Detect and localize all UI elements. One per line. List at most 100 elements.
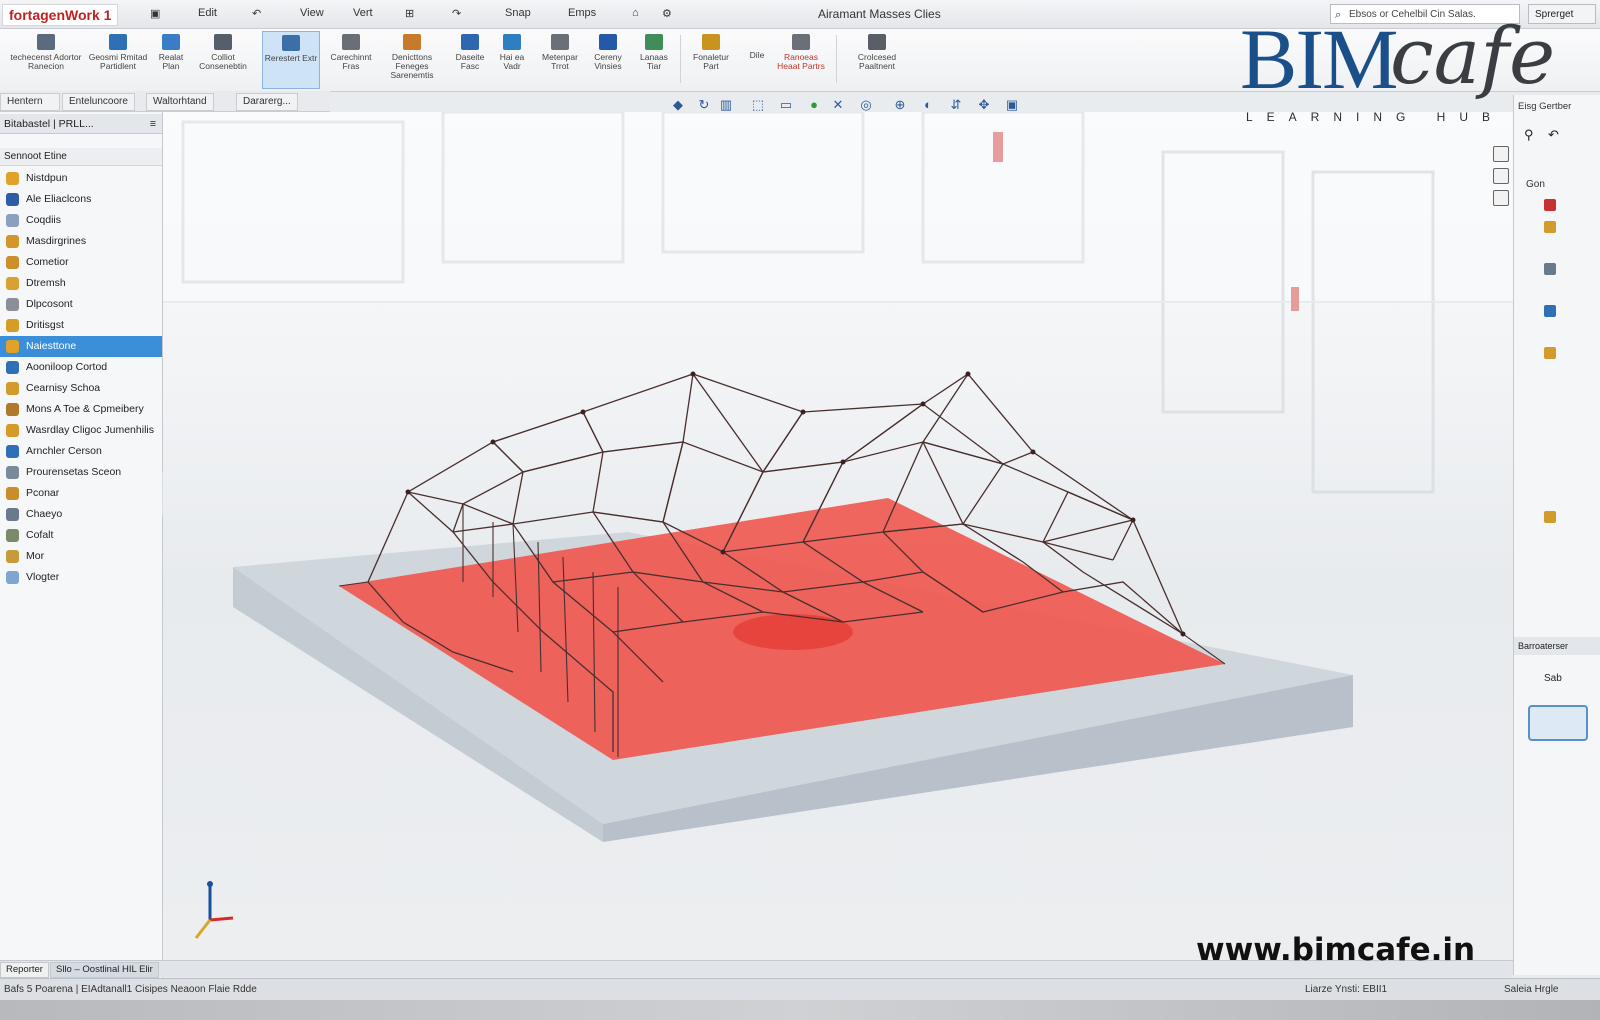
- tab-active-view[interactable]: Sllo – Oostlinal HIL Elir: [50, 962, 159, 978]
- tree-node-icon[interactable]: [1544, 263, 1556, 275]
- camera-icon[interactable]: ▣: [1004, 97, 1020, 113]
- family-list-item[interactable]: Prourensetas Sceon: [0, 462, 162, 483]
- family-list-item[interactable]: Ale Eliaclcons: [0, 189, 162, 210]
- ribbon-label: Realat Plan: [158, 52, 184, 71]
- family-list-label: Pconar: [26, 487, 60, 499]
- ribbon-button-11[interactable]: Lanaas Tiar: [634, 31, 674, 87]
- family-list-item[interactable]: Pconar: [0, 483, 162, 504]
- ribbon-button-14[interactable]: Ranoeas Heaat Partrs: [772, 31, 830, 87]
- pan-icon[interactable]: ✥: [976, 97, 992, 113]
- measure-icon[interactable]: ⊞: [405, 7, 414, 20]
- status-right[interactable]: Saleia Hrgle: [1504, 979, 1558, 1001]
- family-list-label: Masdirgrines: [26, 235, 87, 247]
- qa-snap[interactable]: Snap: [505, 7, 531, 19]
- ribbon-label: Denicttons Feneges Sarenemtis: [390, 52, 434, 80]
- room-background: [163, 112, 1513, 494]
- save-icon[interactable]: ▣: [150, 7, 160, 20]
- view-icon[interactable]: [1493, 146, 1509, 162]
- tab-reporter[interactable]: Reporter: [0, 962, 49, 978]
- ribbon-button-4[interactable]: Rerestert Extr: [262, 31, 320, 89]
- ribbon-button-12[interactable]: Fonaletur Part: [686, 31, 736, 87]
- family-category-icon: [6, 172, 19, 185]
- tree-node-icon[interactable]: [1544, 305, 1556, 317]
- family-list-item[interactable]: Coqdiis: [0, 210, 162, 231]
- tab-enteluncoore[interactable]: Enteluncoore: [62, 93, 135, 111]
- tab-waltorhtand[interactable]: Waltorhtand: [146, 93, 214, 111]
- 3d-viewport[interactable]: [163, 112, 1513, 960]
- ribbon-button-0[interactable]: techecenst Adortor Ranecion: [8, 31, 84, 87]
- navigate-icon[interactable]: ◆: [670, 97, 686, 113]
- type-selector[interactable]: Sab: [1544, 673, 1562, 684]
- display-icon[interactable]: ▭: [778, 97, 794, 113]
- hide-icon[interactable]: ✕: [830, 97, 846, 113]
- shading-icon[interactable]: ◐: [920, 97, 936, 113]
- family-list-item[interactable]: Cofalt: [0, 525, 162, 546]
- section-icon[interactable]: ▥: [718, 97, 734, 113]
- tree-node-icon[interactable]: [1544, 221, 1556, 233]
- box-icon: [282, 35, 300, 51]
- family-list-label: Cearnisy Schoa: [26, 382, 101, 394]
- ribbon-button-2[interactable]: Realat Plan: [150, 31, 192, 87]
- qa-edit[interactable]: Edit: [198, 7, 217, 19]
- ribbon-button-8[interactable]: Hai ea Vadr: [494, 31, 530, 87]
- ribbon-button-15[interactable]: Crolcesed Paaltnent: [846, 31, 908, 87]
- home-icon[interactable]: ⌂: [632, 7, 639, 19]
- panel-menu-icon[interactable]: ≡: [150, 114, 156, 134]
- family-list-item[interactable]: Masdirgrines: [0, 231, 162, 252]
- family-list-item[interactable]: Naiesttone: [0, 336, 162, 357]
- family-category-icon: [6, 466, 19, 479]
- app-menu-button[interactable]: fortagenWork 1: [2, 4, 119, 26]
- ribbon-separator: [680, 35, 681, 83]
- family-list-item[interactable]: Dritisgst: [0, 315, 162, 336]
- family-list-item[interactable]: Dlpcosont: [0, 294, 162, 315]
- undo-icon[interactable]: ↶: [252, 7, 261, 20]
- ribbon-button-1[interactable]: Geosmi Rmitad Partidlent: [88, 31, 148, 87]
- tree-node-icon[interactable]: [1544, 511, 1556, 523]
- ribbon-button-5[interactable]: Carechinnt Fras: [324, 31, 378, 87]
- family-list-item[interactable]: Arnchler Cerson: [0, 441, 162, 462]
- family-list-item[interactable]: Mons A Toe & Cpmeibery: [0, 399, 162, 420]
- workset-indicator[interactable]: Liarze Ynsti: EBII1: [1305, 979, 1387, 1001]
- ribbon-button-10[interactable]: Cereny Vinsies: [588, 31, 628, 87]
- rotate-icon[interactable]: ↻: [696, 97, 712, 113]
- ribbon-button-9[interactable]: Metenpar Trrot: [536, 31, 584, 87]
- sheet-icon[interactable]: [1493, 168, 1509, 184]
- cube-icon[interactable]: ⬚: [750, 97, 766, 113]
- tab-hentern[interactable]: Hentern: [0, 93, 60, 111]
- ribbon-button-13[interactable]: Dile: [744, 31, 770, 107]
- zoom-fit-icon[interactable]: [1493, 190, 1509, 206]
- tree-root-label[interactable]: Gon: [1526, 179, 1545, 190]
- pin-icon[interactable]: ⚲: [1524, 127, 1534, 143]
- walk-icon[interactable]: ⇵: [948, 97, 964, 113]
- ribbon-button-3[interactable]: Colliot Consenebtin: [194, 31, 252, 87]
- qa-view[interactable]: View: [300, 7, 324, 19]
- family-list-item[interactable]: Wasrdlay Cligoc Jumenhilis: [0, 420, 162, 441]
- settings-icon[interactable]: ⚙: [662, 7, 672, 20]
- ribbon-label: Ranoeas Heaat Partrs: [777, 52, 825, 71]
- redo-icon[interactable]: ↷: [452, 7, 461, 20]
- tab-dararerg[interactable]: Dararerg...: [236, 93, 298, 111]
- tree-node-icon[interactable]: [1544, 199, 1556, 211]
- ribbon-button-6[interactable]: Denicttons Feneges Sarenemtis: [382, 31, 442, 87]
- family-list-item[interactable]: Vlogter: [0, 567, 162, 588]
- tree-node-icon[interactable]: [1544, 347, 1556, 359]
- family-list-item[interactable]: Cometior: [0, 252, 162, 273]
- zoom-icon[interactable]: ⊕: [892, 97, 908, 113]
- family-list-item[interactable]: Dtremsh: [0, 273, 162, 294]
- family-list-label: Vlogter: [26, 571, 60, 583]
- family-list-item[interactable]: Nistdpun: [0, 168, 162, 189]
- axis-triad-icon[interactable]: [194, 881, 234, 939]
- preview-card[interactable]: [1528, 705, 1588, 741]
- qa-vert[interactable]: Vert: [353, 7, 373, 19]
- ribbon-button-7[interactable]: Daseite Fasc: [450, 31, 490, 87]
- family-list-item[interactable]: Aooniloop Cortod: [0, 357, 162, 378]
- qa-emps[interactable]: Emps: [568, 7, 596, 19]
- orbit-icon[interactable]: ◎: [858, 97, 874, 113]
- family-list-item[interactable]: Chaeyo: [0, 504, 162, 525]
- back-icon[interactable]: ↶: [1548, 127, 1559, 143]
- render-icon[interactable]: ●: [806, 97, 822, 113]
- status-text: Bafs 5 Poarena | EIAdtanall1 Cisipes Nea…: [4, 984, 257, 995]
- family-list-item[interactable]: Cearnisy Schoa: [0, 378, 162, 399]
- shape-icon: [214, 34, 232, 50]
- family-list-item[interactable]: Mor: [0, 546, 162, 567]
